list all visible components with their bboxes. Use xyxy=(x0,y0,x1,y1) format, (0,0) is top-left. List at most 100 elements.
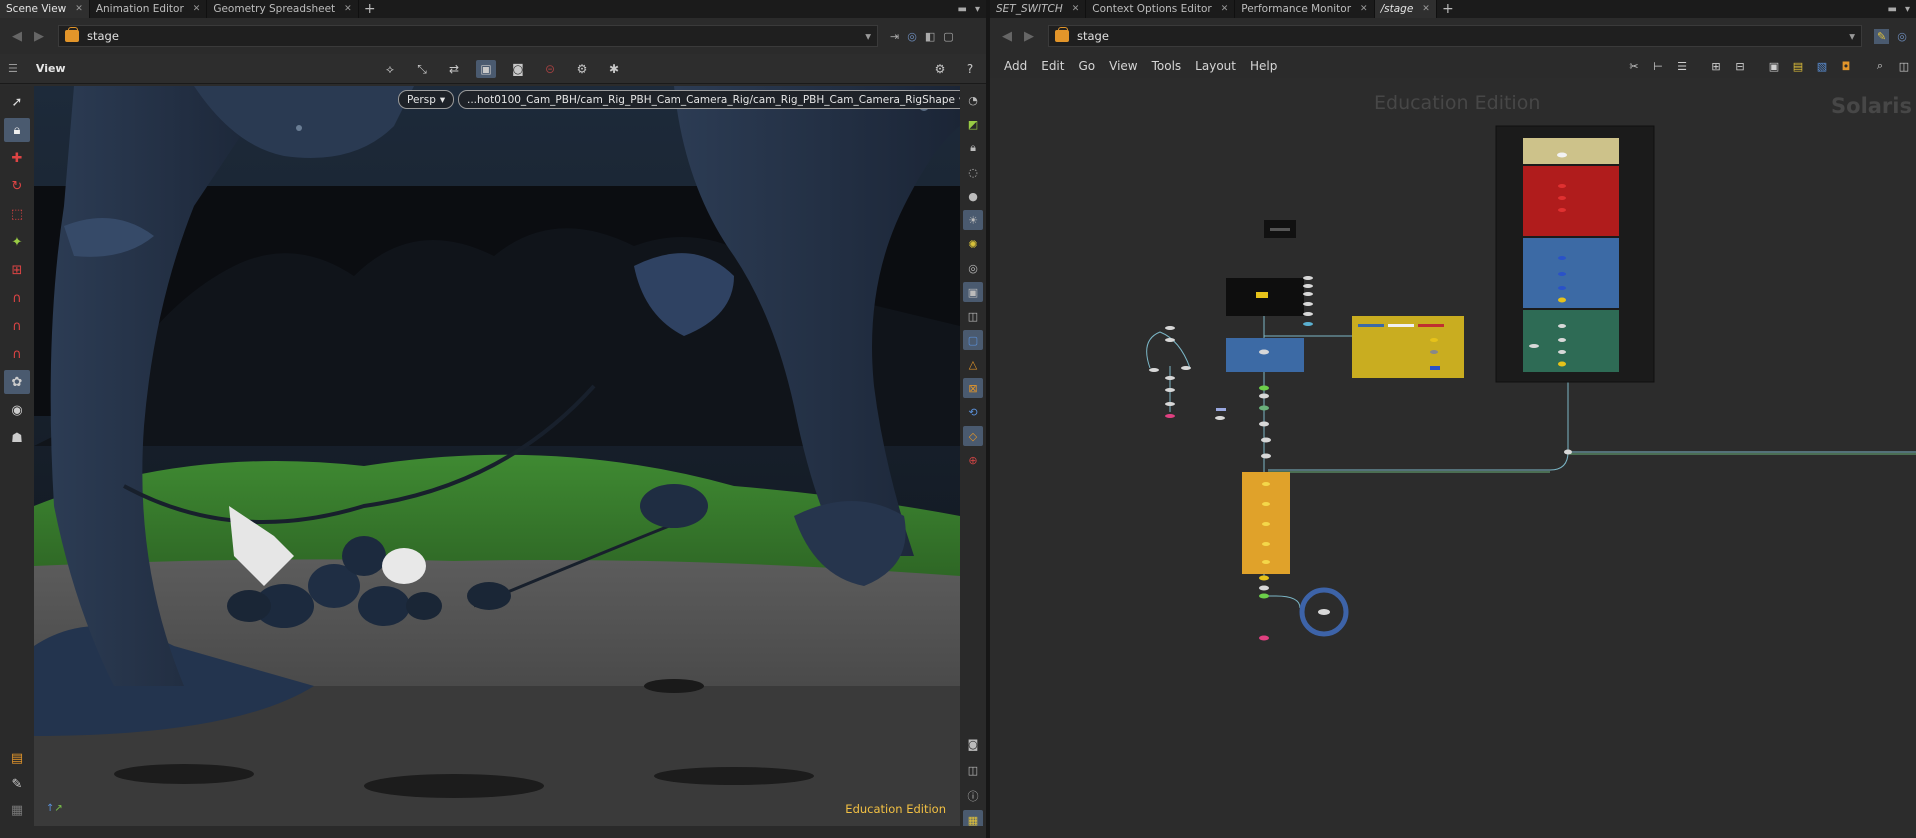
point-light-icon[interactable]: ◎ xyxy=(963,258,983,278)
render-region-icon[interactable]: ✱ xyxy=(604,60,624,78)
add-tab-icon[interactable]: + xyxy=(359,0,381,18)
link-icon[interactable]: ◎ xyxy=(1897,30,1907,43)
tile-view-icon[interactable]: ⊟ xyxy=(1732,58,1748,74)
paint-tool-icon[interactable]: ✿ xyxy=(4,370,30,394)
path-dropdown-icon[interactable]: ▾ xyxy=(865,29,871,43)
wrench-icon[interactable]: ✂ xyxy=(1626,58,1642,74)
close-icon[interactable]: ✕ xyxy=(344,4,352,14)
magnet-a-icon[interactable]: ∩ xyxy=(4,286,30,310)
tab-geometry-spreadsheet[interactable]: Geometry Spreadsheet ✕ xyxy=(207,0,359,18)
network-path-field[interactable]: stage ▾ xyxy=(1048,25,1862,47)
scale-tool-icon[interactable]: ⬚ xyxy=(4,202,30,226)
gear-icon[interactable]: ⚙ xyxy=(930,60,950,78)
camera-menu-button[interactable]: Persp ▾ xyxy=(398,90,455,109)
back-arrow-icon[interactable]: ◀ xyxy=(6,29,28,44)
snapshot-icon[interactable]: ◙ xyxy=(508,60,528,78)
menu-add[interactable]: Add xyxy=(1004,59,1027,73)
rotate-tool-icon[interactable]: ↻ xyxy=(4,174,30,198)
select-geo-icon[interactable]: ⤡ xyxy=(412,60,432,78)
camera-path-button[interactable]: ...hot0100_Cam_PBH/cam_Rig_PBH_Cam_Camer… xyxy=(458,90,960,109)
image-icon[interactable]: ▧ xyxy=(1814,58,1830,74)
maximize-pane-icon[interactable]: ▬ xyxy=(1888,4,1897,15)
select-pick-icon[interactable]: ⟡ xyxy=(380,60,400,78)
close-icon[interactable]: ✕ xyxy=(1422,4,1430,14)
stop-render-icon[interactable]: ⊝ xyxy=(540,60,560,78)
pane-menu-icon[interactable]: ▾ xyxy=(1905,4,1910,15)
display-options-icon[interactable]: ▢ xyxy=(963,330,983,350)
search-icon[interactable]: ⌕ xyxy=(1872,58,1888,74)
menu-help[interactable]: Help xyxy=(1250,59,1277,73)
wire-icon[interactable]: ◌ xyxy=(963,162,983,182)
camera-icon[interactable]: ◫ xyxy=(963,306,983,326)
light-tool-icon[interactable]: ☗ xyxy=(4,426,30,450)
maximize-pane-icon[interactable]: ▬ xyxy=(958,4,967,15)
info-icon[interactable]: ⓘ xyxy=(963,786,983,806)
visibility-icon[interactable]: ◔ xyxy=(963,90,983,110)
sticky-note-icon[interactable]: ▤ xyxy=(1790,58,1806,74)
background-icon[interactable]: ▣ xyxy=(963,282,983,302)
network-box-icon[interactable]: ▣ xyxy=(1766,58,1782,74)
tab-stage-network[interactable]: /stage ✕ xyxy=(1374,0,1437,18)
snapshot-camera-icon[interactable]: ◙ xyxy=(963,734,983,754)
back-arrow-icon[interactable]: ◀ xyxy=(996,29,1018,44)
lock-icon[interactable]: 🔒︎ xyxy=(4,118,30,142)
menu-layout[interactable]: Layout xyxy=(1195,59,1236,73)
pose-tool-icon[interactable]: ✦ xyxy=(4,230,30,254)
link-icon[interactable]: ◎ xyxy=(907,30,917,43)
add-tab-icon[interactable]: + xyxy=(1437,0,1459,18)
network-path-field[interactable]: stage ▾ xyxy=(58,25,878,47)
magnet-c-icon[interactable]: ∩ xyxy=(4,342,30,366)
menu-edit[interactable]: Edit xyxy=(1041,59,1064,73)
close-icon[interactable]: ✕ xyxy=(193,4,201,14)
pin-icon[interactable]: ⇥ xyxy=(890,30,899,43)
help-icon[interactable]: ? xyxy=(960,60,980,78)
maximize-icon[interactable]: ▢ xyxy=(943,30,953,43)
headlight-icon[interactable]: ✺ xyxy=(963,234,983,254)
menu-go[interactable]: Go xyxy=(1078,59,1095,73)
tab-scene-view[interactable]: Scene View ✕ xyxy=(0,0,90,18)
desktop-icon[interactable]: ◧ xyxy=(925,30,935,43)
preview-icon[interactable]: ◫ xyxy=(1896,58,1912,74)
lock-camera-icon[interactable]: 🔒︎ xyxy=(963,138,983,158)
select-tool-icon[interactable]: ➚ xyxy=(4,90,30,114)
render-view-icon[interactable]: ◫ xyxy=(963,760,983,780)
grid-snap-icon[interactable]: ⊠ xyxy=(963,378,983,398)
ruler-icon[interactable]: ▤ xyxy=(4,746,30,770)
ghost-icon[interactable]: △ xyxy=(963,354,983,374)
transform-tool-icon[interactable]: ✚ xyxy=(4,146,30,170)
light-bulb-icon[interactable]: ☀ xyxy=(963,210,983,230)
viewer-menu-icon[interactable]: ☰ xyxy=(8,62,18,75)
tree-view-icon[interactable]: ⊢ xyxy=(1650,58,1666,74)
handle-tool-icon[interactable]: ⊞ xyxy=(4,258,30,282)
view-tool-icon[interactable]: ◉ xyxy=(4,398,30,422)
camera-view-icon[interactable]: ▣ xyxy=(476,60,496,78)
forward-arrow-icon[interactable]: ▶ xyxy=(1018,29,1040,44)
render-settings-icon[interactable]: ⚙ xyxy=(572,60,592,78)
path-dropdown-icon[interactable]: ▾ xyxy=(1849,29,1855,43)
forward-arrow-icon[interactable]: ▶ xyxy=(28,29,50,44)
pane-menu-icon[interactable]: ▾ xyxy=(975,4,980,15)
guide-icon[interactable]: ◇ xyxy=(963,426,983,446)
timeline-scroll-handle[interactable] xyxy=(0,826,986,838)
shading-icon[interactable]: ◩ xyxy=(963,114,983,134)
close-icon[interactable]: ✕ xyxy=(75,4,83,14)
link-view-icon[interactable]: ⟲ xyxy=(963,402,983,422)
pin-icon[interactable]: ✎ xyxy=(1874,28,1890,44)
toolbox-icon[interactable]: ◘ xyxy=(1838,58,1854,74)
close-icon[interactable]: ✕ xyxy=(1221,4,1229,14)
tool-extra-icon[interactable]: ⊕ xyxy=(963,450,983,470)
brush-icon[interactable]: ✎ xyxy=(4,772,30,796)
network-graph-canvas[interactable]: Education Edition Solaris xyxy=(990,78,1916,838)
tab-context-options-editor[interactable]: Context Options Editor ✕ xyxy=(1086,0,1236,18)
tab-set-switch[interactable]: SET_SWITCH ✕ xyxy=(990,0,1087,18)
menu-tools[interactable]: Tools xyxy=(1152,59,1182,73)
tab-performance-monitor[interactable]: Performance Monitor ✕ xyxy=(1235,0,1375,18)
list-view-icon[interactable]: ☰ xyxy=(1674,58,1690,74)
grid-view-icon[interactable]: ⊞ xyxy=(1708,58,1724,74)
eraser-icon[interactable]: ▦ xyxy=(4,798,30,822)
viewport-3d[interactable]: Persp ▾ ...hot0100_Cam_PBH/cam_Rig_PBH_C… xyxy=(34,86,960,826)
magnet-b-icon[interactable]: ∩ xyxy=(4,314,30,338)
swap-icon[interactable]: ⇄ xyxy=(444,60,464,78)
sphere-icon[interactable]: ● xyxy=(963,186,983,206)
close-icon[interactable]: ✕ xyxy=(1360,4,1368,14)
